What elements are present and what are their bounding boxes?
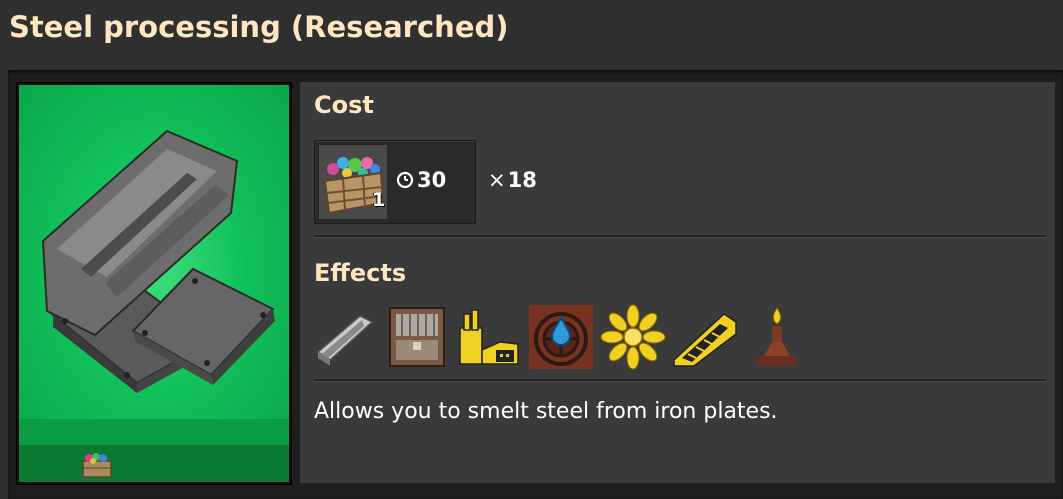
clock-icon [396,171,414,189]
time-value: 30 [417,168,447,192]
card-band [19,419,289,445]
offshore-pump-icon[interactable] [528,304,594,370]
divider [314,379,1046,382]
effects-heading: Effects [314,259,407,287]
pack-count: 1 [372,189,386,211]
yellow-gear-icon[interactable] [600,304,666,370]
multiplier-value: 18 [507,168,537,192]
oil-lamp-icon[interactable] [744,304,810,370]
technology-card[interactable] [16,82,292,485]
technology-description: Allows you to smelt steel from iron plat… [314,399,778,424]
steel-chest-icon[interactable] [384,304,450,370]
steel-plate-icon[interactable] [312,304,378,370]
card-footer [19,445,289,482]
divider [314,235,1046,238]
steel-beam-and-plates-icon [41,129,275,393]
window-title: Steel processing (Researched) [9,10,509,44]
multiply-icon: × [488,168,506,192]
cost-multiplier: × 18 [488,168,537,192]
fast-belt-icon[interactable] [672,304,738,370]
automation-science-pack-icon [82,453,112,478]
steel-furnace-icon[interactable] [456,304,522,370]
title-bar: Steel processing (Researched) [0,0,1063,66]
cost-heading: Cost [314,91,374,119]
research-time: 30 [396,168,446,192]
